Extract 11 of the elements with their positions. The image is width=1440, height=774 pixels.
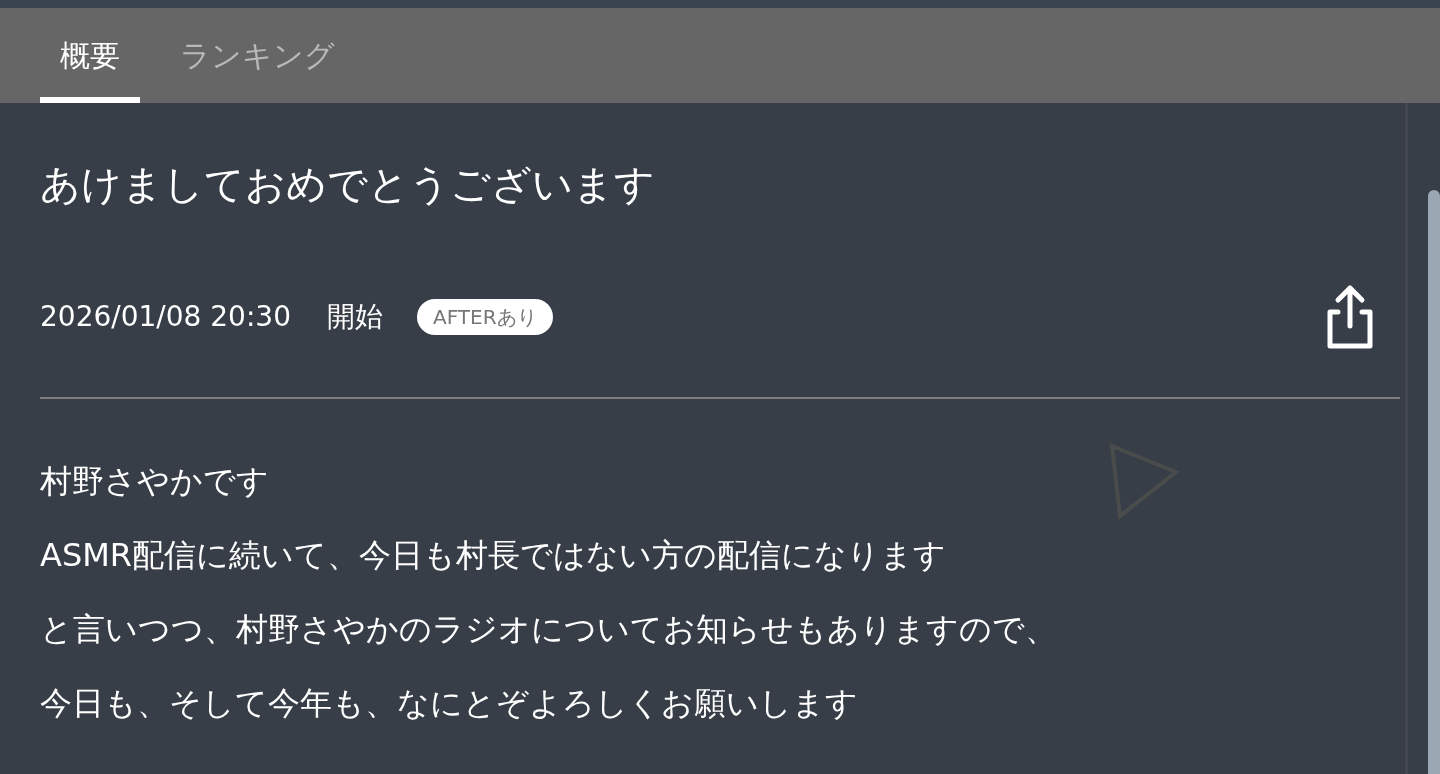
program-title: あけましておめでとうございます [40,160,656,209]
start-datetime: 2026/01/08 20:30 [40,299,291,335]
description-line: ASMR配信に続いて、今日も村長ではない方の配信になります [40,535,947,576]
tab[interactable]: ランキング [160,8,355,103]
scrollbar[interactable] [1428,190,1440,774]
start-label: 開始 [327,299,383,335]
description-line: と言いつつ、村野さやかのラジオについてお知らせもありますので、 [40,609,1057,650]
description-line: 村野さやかです [40,461,269,502]
after-badge: AFTERあり [417,299,553,335]
tab[interactable]: 概要 [40,8,140,103]
description-line: 今日も、そして今年も、なにとぞよろしくお願いします [40,683,858,724]
